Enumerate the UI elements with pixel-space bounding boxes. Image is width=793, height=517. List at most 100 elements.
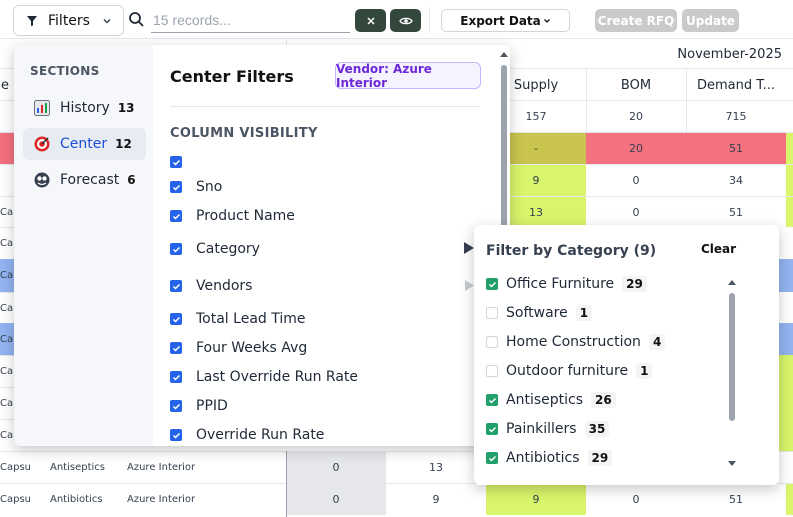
section-item-center[interactable]: Center 12 xyxy=(23,128,146,160)
bom-header[interactable]: BOM xyxy=(586,70,686,100)
bom-cell: 0 xyxy=(632,174,640,187)
scroll-down-icon[interactable] xyxy=(728,461,736,467)
lead-cell: Ca xyxy=(0,366,14,377)
submenu-scrollbar[interactable] xyxy=(729,293,735,421)
category-option[interactable]: Antiseptics 26 xyxy=(486,391,616,409)
category-filter-submenu: Filter by Category (9) Clear Office Furn… xyxy=(474,225,779,485)
table-row[interactable]: Ca xyxy=(0,227,14,259)
category-count: 1 xyxy=(575,305,593,321)
checkbox-checked-icon[interactable] xyxy=(486,423,498,435)
lead-cell: Ca xyxy=(0,333,14,345)
column-toggle[interactable]: Four Weeks Avg xyxy=(170,339,307,357)
column-toggle[interactable]: Category xyxy=(170,240,260,258)
column-toggle[interactable]: Vendors xyxy=(170,277,252,295)
demand-cell: 51 xyxy=(729,205,743,219)
category-count: 1 xyxy=(636,363,653,379)
column-toggle[interactable]: Sno xyxy=(170,178,222,196)
funnel-icon xyxy=(27,15,37,26)
column-toggle[interactable]: Total Lead Time xyxy=(170,310,306,328)
section-label: Forecast xyxy=(60,172,120,188)
checkbox-unchecked-icon[interactable] xyxy=(486,307,498,319)
checkbox-unchecked-icon[interactable] xyxy=(486,336,498,348)
column-label: Four Weeks Avg xyxy=(196,340,308,356)
checkbox-checked-icon[interactable] xyxy=(170,280,182,292)
section-label: Center xyxy=(60,136,108,152)
demand-cell: 51 xyxy=(686,133,786,164)
checkbox-checked-icon[interactable] xyxy=(170,181,182,193)
create-rfq-button[interactable]: Create RFQ xyxy=(595,9,677,32)
clear-search-button[interactable] xyxy=(355,9,386,32)
section-item-forecast[interactable]: Forecast 6 xyxy=(23,164,146,196)
category-option[interactable]: Home Construction 4 xyxy=(486,333,666,351)
checkbox-unchecked-icon[interactable] xyxy=(486,365,498,377)
table-row[interactable]: Ca xyxy=(0,259,14,292)
column-toggle[interactable]: Product Name xyxy=(170,207,295,225)
table-row[interactable]: Ca xyxy=(0,355,14,387)
column-toggle[interactable]: PPID xyxy=(170,397,228,415)
bom-total: 20 xyxy=(629,110,643,123)
section-count: 13 xyxy=(117,101,135,115)
category-option[interactable]: Antibiotics 29 xyxy=(486,449,613,467)
table-row[interactable]: Ca xyxy=(0,387,14,419)
category-count: 4 xyxy=(648,334,666,350)
category-label: Office Furniture xyxy=(506,276,615,292)
category-option[interactable]: Painkillers 35 xyxy=(486,420,610,438)
clear-button[interactable]: Clear xyxy=(701,242,736,256)
section-item-history[interactable]: History 13 xyxy=(23,92,146,124)
search-icon xyxy=(129,12,144,27)
table-row[interactable]: Ca xyxy=(0,419,14,451)
checkbox-checked-icon[interactable] xyxy=(486,278,498,290)
category-label: Software xyxy=(506,305,568,321)
eye-icon xyxy=(398,17,413,24)
table-row[interactable]: Ca xyxy=(0,323,14,355)
category-count: 29 xyxy=(587,450,613,466)
column-toggle[interactable]: Last Override Run Rate xyxy=(170,368,358,386)
category-option[interactable]: Software 1 xyxy=(486,304,593,322)
checkbox-checked-icon[interactable] xyxy=(486,394,498,406)
vendor-cell: Azure Interior xyxy=(127,494,196,505)
filters-button[interactable]: Filters xyxy=(13,5,124,36)
category-label: Outdoor furniture xyxy=(506,363,629,379)
checkbox-checked-icon[interactable] xyxy=(170,156,182,168)
checkbox-checked-icon[interactable] xyxy=(170,313,182,325)
vendor-badge[interactable]: Vendor: Azure Interior xyxy=(335,62,481,90)
vendor-cell: Azure Interior xyxy=(127,462,196,473)
search-input[interactable] xyxy=(151,8,350,33)
demand-header[interactable]: Demand T... xyxy=(686,70,786,100)
column-label: Category xyxy=(196,241,260,257)
filters-label: Filters xyxy=(48,12,90,29)
checkbox-checked-icon[interactable] xyxy=(170,429,182,441)
column-toggle[interactable] xyxy=(170,155,196,169)
lead-cell: Ca xyxy=(0,270,14,281)
sections-sidebar: SECTIONS History 13 Center 12 Forecast 6 xyxy=(14,45,153,446)
supply-cell: 9 xyxy=(486,484,586,515)
sections-title: SECTIONS xyxy=(30,64,100,78)
category-label: Home Construction xyxy=(506,334,641,350)
divider xyxy=(170,106,480,107)
checkbox-checked-icon[interactable] xyxy=(170,210,182,222)
lead-cell: Ca xyxy=(0,430,14,441)
toolbar-divider xyxy=(429,7,430,33)
table-row[interactable]: Capsu Antibiotics Azure Interior 0 9 9 0… xyxy=(0,483,793,515)
checkbox-checked-icon[interactable] xyxy=(486,452,498,464)
scroll-up-icon[interactable] xyxy=(500,51,508,57)
lead-cell: Ca xyxy=(0,302,14,314)
category-option[interactable]: Outdoor furniture 1 xyxy=(486,362,653,380)
column-toggle[interactable]: Override Run Rate xyxy=(170,426,324,444)
scroll-up-icon[interactable] xyxy=(728,279,736,285)
checkbox-checked-icon[interactable] xyxy=(170,400,182,412)
export-data-button[interactable]: Export Data xyxy=(441,9,570,32)
chevron-down-icon xyxy=(543,18,550,23)
checkbox-checked-icon[interactable] xyxy=(170,371,182,383)
toggle-visibility-button[interactable] xyxy=(390,9,421,32)
table-row[interactable]: Ca xyxy=(0,292,14,323)
category-count: 26 xyxy=(591,392,616,408)
column-label: Override Run Rate xyxy=(196,427,325,443)
update-button[interactable]: Update xyxy=(682,9,739,32)
lead-cell: Capsu xyxy=(0,462,32,473)
bar-chart-icon xyxy=(34,100,50,116)
checkbox-checked-icon[interactable] xyxy=(170,243,182,255)
category-option[interactable]: Office Furniture 29 xyxy=(486,275,647,293)
column-label: Sno xyxy=(196,179,223,195)
checkbox-checked-icon[interactable] xyxy=(170,342,182,354)
